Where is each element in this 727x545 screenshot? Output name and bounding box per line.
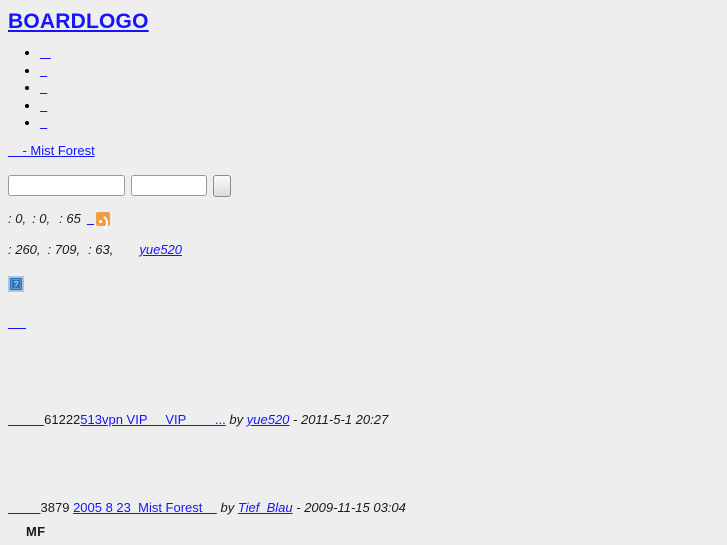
- footer-mark: MF: [26, 524, 46, 539]
- section-link-row: [8, 315, 727, 330]
- thread-author-link-1[interactable]: Tief_Blau: [238, 500, 293, 515]
- feed-link[interactable]: [81, 211, 94, 227]
- nav-item-2[interactable]: [40, 80, 47, 95]
- nav-item-4[interactable]: [40, 115, 47, 130]
- help-icon-glyph: ?: [11, 278, 21, 289]
- section-link[interactable]: [8, 315, 26, 330]
- thread-title-link-1[interactable]: 2005 8 23 Mist Forest: [73, 500, 217, 515]
- thread-views-1: 3879: [40, 500, 74, 515]
- thread-row: 3879 2005 8 23 Mist Forest by Tief_Blau …: [8, 500, 406, 516]
- thread-title-link-0[interactable]: 513vpn VIP VIP ...: [80, 412, 226, 427]
- stat-yesterday-posts: : 0,: [32, 210, 51, 226]
- forum-stats-primary: : 0, : 0, : 65: [8, 211, 727, 227]
- nav-list-item: [40, 62, 727, 80]
- breadcrumb-forum-link[interactable]: - Mist Forest: [19, 143, 94, 158]
- search-submit-button[interactable]: [213, 174, 231, 197]
- help-question-icon[interactable]: ?: [8, 275, 24, 292]
- nav-item-3[interactable]: [40, 98, 47, 113]
- nav-list-item: [40, 44, 727, 62]
- thread-author-link-0[interactable]: yue520: [247, 412, 290, 427]
- board-logo-link[interactable]: BOARDLOGO: [8, 10, 149, 34]
- nav-list-item: [40, 97, 727, 115]
- search-scope-input[interactable]: [131, 174, 207, 196]
- newest-member-link[interactable]: yue520: [113, 242, 182, 258]
- main-navigation: [0, 44, 727, 132]
- stat-thread-count: : 260,: [8, 241, 41, 257]
- breadcrumb-home-link[interactable]: [8, 143, 19, 158]
- thread-views-0: 61222: [44, 412, 81, 427]
- search-keyword-input[interactable]: [8, 174, 125, 196]
- forum-stats-secondary: : 260, : 709, : 63, yue520: [8, 242, 727, 258]
- thread-by-label-1: by: [216, 500, 238, 515]
- stat-member-count: : 63,: [88, 241, 114, 257]
- thread-by-label-0: by: [225, 412, 247, 427]
- breadcrumb: - Mist Forest: [8, 143, 727, 159]
- thread-icon-link-0[interactable]: [8, 412, 44, 427]
- thread-date-1: - 2009-11-15 03:04: [292, 500, 406, 515]
- stat-today-posts: : 0,: [8, 210, 27, 226]
- header: BOARDLOGO: [0, 0, 727, 34]
- help-row: ?: [8, 275, 727, 295]
- search-form: [8, 174, 727, 197]
- stat-total-posts: : 65: [59, 210, 81, 226]
- thread-date-0: - 2011-5-1 20:27: [289, 412, 389, 427]
- thread-icon-link-1[interactable]: [8, 500, 41, 515]
- stat-post-count: : 709,: [47, 241, 81, 257]
- nav-item-1[interactable]: [40, 63, 47, 78]
- rss-icon[interactable]: [96, 211, 111, 226]
- nav-list-item: [40, 79, 727, 97]
- nav-list-item: [40, 114, 727, 132]
- nav-item-0[interactable]: [40, 45, 51, 60]
- thread-row: 61222513vpn VIP VIP ... by yue520 - 2011…: [8, 412, 388, 428]
